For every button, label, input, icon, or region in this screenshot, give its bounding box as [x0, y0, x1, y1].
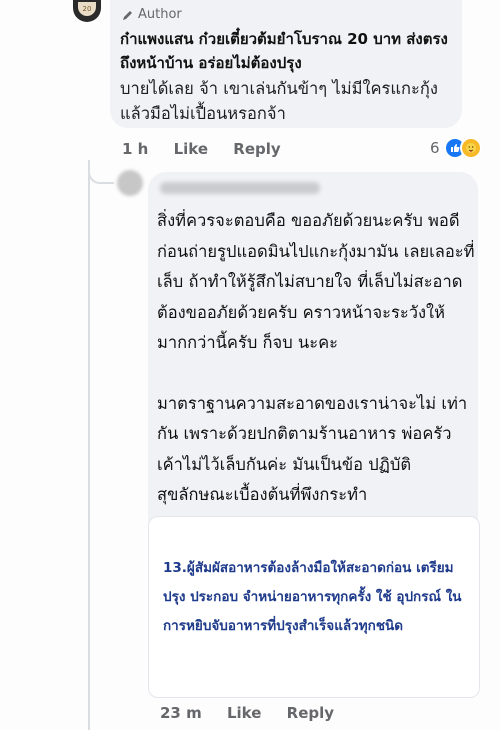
- reaction-summary[interactable]: 6: [430, 137, 482, 159]
- thread-connector: [88, 166, 114, 184]
- reply-timestamp[interactable]: 23 m: [160, 704, 202, 722]
- reaction-count: 6: [430, 139, 440, 157]
- reply-button[interactable]: Reply: [233, 140, 280, 158]
- like-button[interactable]: Like: [174, 140, 208, 158]
- thread-line: [88, 160, 90, 730]
- author-avatar[interactable]: 20: [73, 0, 101, 22]
- reply-like-button[interactable]: Like: [227, 704, 261, 722]
- author-badge: Author: [122, 7, 182, 22]
- quoted-regulation-text: 13.ผู้สัมผัสอาหารต้องล้างมือให้สะอาดก่อน…: [163, 560, 462, 634]
- author-comment-actions: 1 h Like Reply: [122, 140, 301, 158]
- blurred-commenter-name: [160, 182, 320, 194]
- pencil-icon: [123, 10, 132, 20]
- reply-paragraph-1: สิ่งที่ควรจะตอบคือ ขออภัยด้วยนะครับ พอดี…: [157, 211, 475, 352]
- author-badge-label: Author: [138, 7, 182, 22]
- comment-timestamp[interactable]: 1 h: [122, 140, 148, 158]
- reply-paragraph-2: มาตราฐานความสะอาดของเราน่าจะไม่ เท่ากัน …: [157, 393, 468, 505]
- page-name-link[interactable]: ก๋าแพงแสน ก๋วยเตี๋ยวต้มยำโบราณ 20 บาท ส่…: [120, 27, 455, 75]
- reply-reply-button[interactable]: Reply: [287, 704, 334, 722]
- care-reaction-icon: [459, 137, 482, 159]
- reply-avatar[interactable]: [117, 170, 143, 196]
- avatar-logo-text: 20: [78, 2, 96, 16]
- author-comment-text: บายได้เลย จ้า เขาเล่นกันข้าๆ ไม่มีใครแกะ…: [120, 79, 438, 123]
- reply-comment-actions: 23 m Like Reply: [160, 704, 354, 722]
- reply-comment-text: สิ่งที่ควรจะตอบคือ ขออภัยด้วยนะครับ พอดี…: [157, 206, 475, 511]
